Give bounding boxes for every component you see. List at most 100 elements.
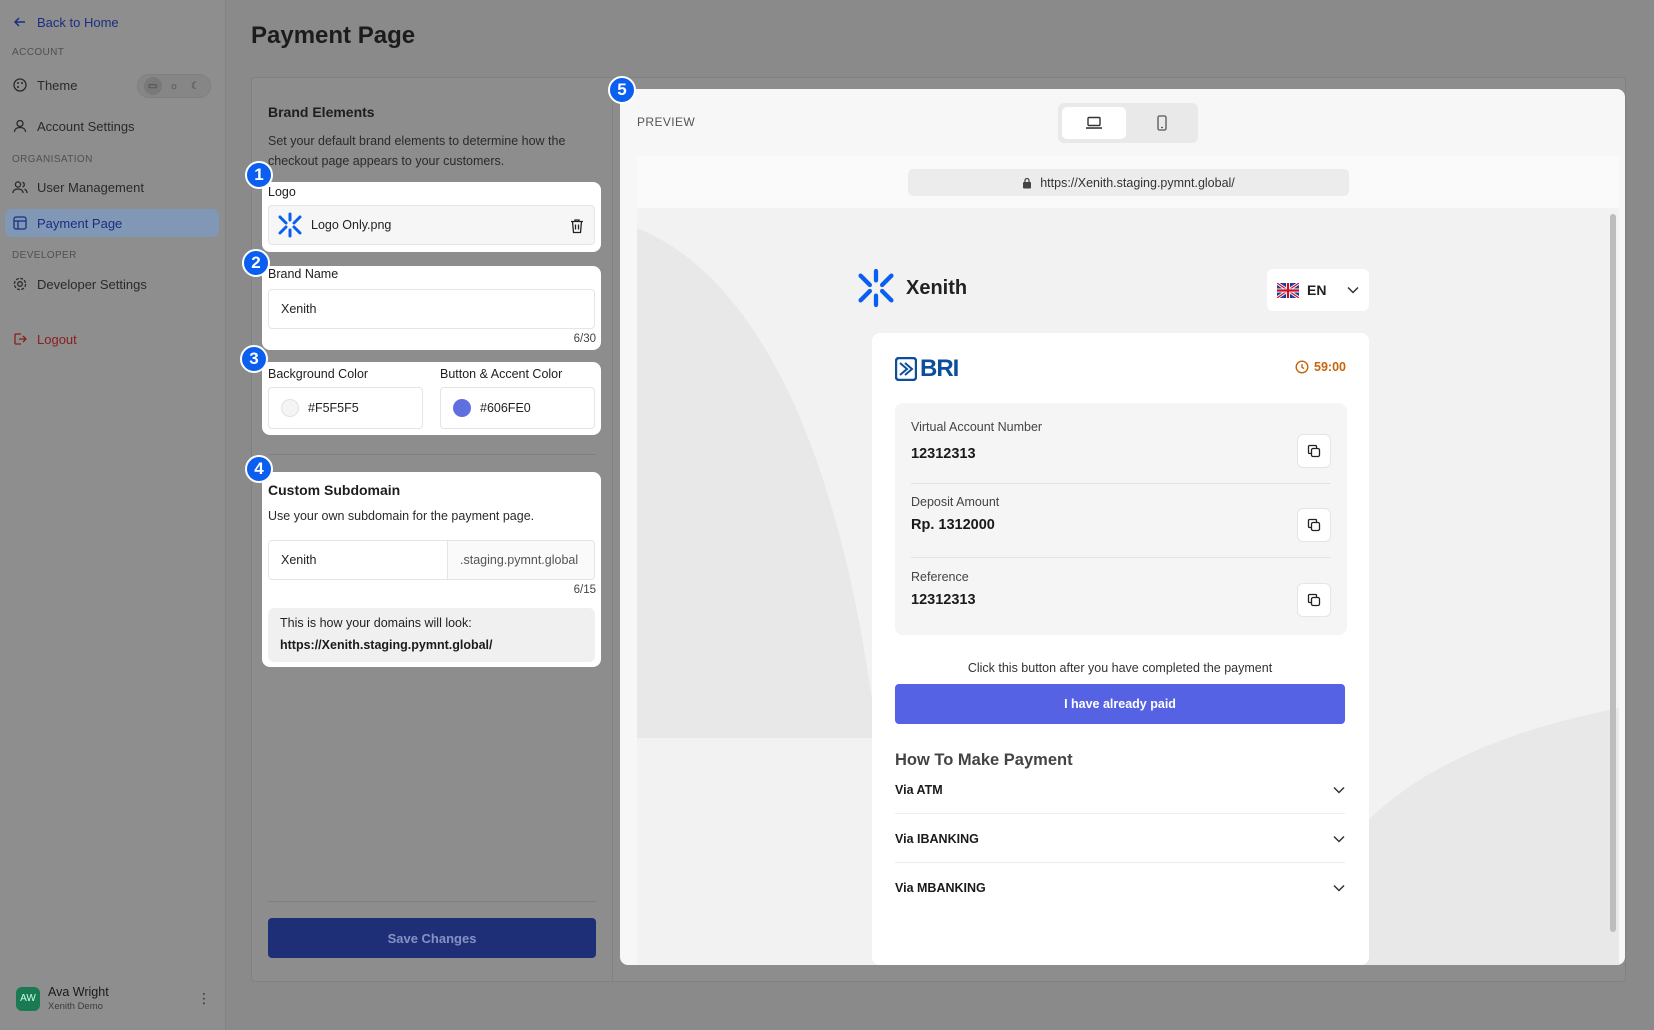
laptop-icon[interactable]: ▭ xyxy=(143,77,162,95)
accent-color-label: Button & Accent Color xyxy=(440,367,563,381)
avatar: AW xyxy=(16,986,40,1011)
language-selector[interactable]: EN xyxy=(1267,269,1369,311)
brand-name-section: Brand Name Xenith 6/30 xyxy=(262,266,601,350)
subdomain-counter: 6/15 xyxy=(573,584,596,596)
bri-logo-icon xyxy=(895,357,917,381)
accordion-item[interactable]: Via MBANKING xyxy=(895,864,1345,912)
scrollbar[interactable] xyxy=(1610,214,1616,932)
checkout-brand-name: Xenith xyxy=(906,276,968,299)
accordion-label: Via IBANKING xyxy=(895,831,979,846)
smartphone-icon xyxy=(1157,115,1167,131)
detail-value: 12312313 xyxy=(911,592,976,608)
brand-name-input[interactable]: Xenith xyxy=(268,289,595,329)
sidebar: Back to Home ACCOUNT Theme ▭ ☼ ☾ Account… xyxy=(0,0,226,1030)
divider xyxy=(268,901,596,902)
chevron-down-icon xyxy=(1333,835,1345,843)
sidebar-item-label: User Management xyxy=(37,179,144,195)
logo-section: Logo Logo Only.png xyxy=(262,182,601,252)
copy-icon xyxy=(1307,593,1321,607)
xenith-logo-icon xyxy=(278,212,302,238)
moon-icon[interactable]: ☾ xyxy=(186,77,204,95)
arrow-left-icon xyxy=(13,17,25,27)
palette-icon xyxy=(13,78,27,92)
step-badge: 3 xyxy=(240,345,268,373)
device-toggle xyxy=(1058,103,1198,143)
subdomain-section: Custom Subdomain Use your own subdomain … xyxy=(262,472,601,667)
brand-name-counter: 6/30 xyxy=(573,333,596,345)
language-code: EN xyxy=(1307,282,1327,298)
subdomain-title: Custom Subdomain xyxy=(268,482,401,498)
gear-icon xyxy=(13,277,27,291)
background-color-input[interactable]: #F5F5F5 xyxy=(268,387,423,429)
chevron-down-icon xyxy=(1347,286,1359,294)
url-text: https://Xenith.staging.pymnt.global/ xyxy=(1040,175,1235,190)
user-icon xyxy=(13,119,27,133)
user-org: Xenith Demo xyxy=(48,1001,103,1012)
back-to-home-link[interactable]: Back to Home xyxy=(12,14,119,30)
subdomain-suffix: .staging.pymnt.global xyxy=(447,540,595,580)
background-color-swatch xyxy=(281,399,299,417)
logo-file-field[interactable]: Logo Only.png xyxy=(268,205,595,245)
brand-name-label: Brand Name xyxy=(268,267,339,281)
subdomain-hint: This is how your domains will look: xyxy=(280,616,472,630)
accent-color-input[interactable]: #606FE0 xyxy=(440,387,595,429)
sidebar-item-label: Payment Page xyxy=(37,215,123,231)
background-color-label: Background Color xyxy=(268,367,369,381)
accordion-item[interactable]: Via IBANKING xyxy=(895,815,1345,863)
step-badge: 5 xyxy=(608,76,636,104)
mobile-view-button[interactable] xyxy=(1130,107,1194,139)
background-color-value: #F5F5F5 xyxy=(308,401,359,415)
accent-color-swatch xyxy=(453,399,471,417)
sidebar-item-account-settings[interactable]: Account Settings xyxy=(12,118,135,134)
detail-label: Virtual Account Number xyxy=(911,420,1043,434)
sun-icon[interactable]: ☼ xyxy=(165,77,183,95)
save-changes-button[interactable]: Save Changes xyxy=(268,918,596,958)
detail-value: Rp. 1312000 xyxy=(911,517,995,533)
trash-icon[interactable] xyxy=(570,218,584,234)
step-badge: 4 xyxy=(245,455,273,483)
step-badge: 2 xyxy=(242,249,270,277)
payment-details-box: Virtual Account Number 12312313 Deposit … xyxy=(895,403,1347,635)
countdown-timer: 59:00 xyxy=(1295,360,1346,374)
sidebar-item-logout[interactable]: Logout xyxy=(12,331,77,347)
url-bar: https://Xenith.staging.pymnt.global/ xyxy=(908,169,1349,196)
lock-icon xyxy=(1023,177,1032,188)
subdomain-input[interactable]: Xenith xyxy=(268,540,448,580)
detail-row: Reference 12312313 xyxy=(911,560,1331,633)
user-name: Ava Wright xyxy=(48,985,109,999)
sidebar-item-label: Logout xyxy=(37,331,77,347)
column-divider xyxy=(612,77,613,982)
sidebar-item-user-management[interactable]: User Management xyxy=(12,179,144,195)
theme-toggle[interactable]: ▭ ☼ ☾ xyxy=(137,74,211,98)
preview-panel: PREVIEW https://Xenith.staging.pymnt.glo… xyxy=(620,89,1625,965)
copy-button[interactable] xyxy=(1297,583,1331,617)
checkout-page: Xenith EN BRI 59:00 Virtual Account Numb… xyxy=(637,208,1619,965)
accordion-item[interactable]: Via ATM xyxy=(895,766,1345,814)
xenith-logo-icon xyxy=(858,268,894,308)
subdomain-url: https://Xenith.staging.pymnt.global/ xyxy=(280,638,493,652)
more-vertical-icon[interactable]: ⋮ xyxy=(197,990,211,1007)
copy-icon xyxy=(1307,444,1321,458)
logo-file-name: Logo Only.png xyxy=(311,218,392,232)
user-profile[interactable]: AW Ava Wright Xenith Demo xyxy=(16,985,109,1012)
detail-value: 12312313 xyxy=(911,446,976,462)
timer-value: 59:00 xyxy=(1314,360,1346,374)
checkout-brand: Xenith xyxy=(856,268,967,308)
detail-row: Virtual Account Number 12312313 xyxy=(911,411,1331,484)
brand-elements-description: Set your default brand elements to deter… xyxy=(268,134,566,168)
uk-flag-icon xyxy=(1277,282,1299,298)
accordion-label: Via ATM xyxy=(895,782,943,797)
users-icon xyxy=(12,181,28,194)
sidebar-item-developer-settings[interactable]: Developer Settings xyxy=(12,276,147,292)
sidebar-item-payment-page[interactable]: Payment Page xyxy=(12,215,122,231)
brand-elements-title: Brand Elements xyxy=(268,104,375,120)
desktop-view-button[interactable] xyxy=(1062,107,1126,139)
copy-button[interactable] xyxy=(1297,434,1331,468)
chevron-down-icon xyxy=(1333,884,1345,892)
subdomain-description: Use your own subdomain for the payment p… xyxy=(268,509,535,523)
section-developer: DEVELOPER xyxy=(12,250,77,261)
copy-button[interactable] xyxy=(1297,508,1331,542)
already-paid-button[interactable]: I have already paid xyxy=(895,684,1345,724)
chevron-down-icon xyxy=(1333,786,1345,794)
copy-icon xyxy=(1307,518,1321,532)
